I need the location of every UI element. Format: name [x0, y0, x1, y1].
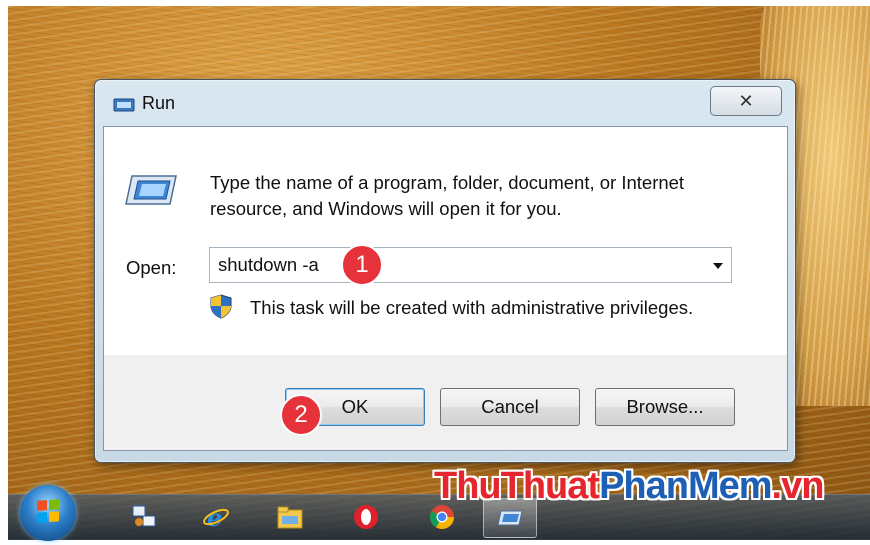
run-dialog: Run ✕ Type the name of a program, folder… — [94, 79, 796, 463]
run-program-icon — [125, 175, 177, 205]
window-title: Run — [142, 93, 176, 113]
taskbar-item-file-explorer[interactable] — [270, 500, 310, 534]
start-orb-icon — [37, 499, 59, 523]
svg-text:e: e — [207, 503, 222, 531]
watermark-part-1: ThuThuat — [434, 465, 600, 507]
watermark-part-2: PhanMem — [599, 465, 772, 507]
dialog-client-area: Type the name of a program, folder, docu… — [103, 126, 788, 451]
dialog-description: Type the name of a program, folder, docu… — [210, 172, 685, 219]
taskbar-item-opera[interactable] — [346, 500, 386, 534]
open-input[interactable] — [218, 254, 688, 276]
watermark-part-3: .vn — [771, 465, 825, 507]
step-marker-2: 2 — [280, 394, 322, 436]
admin-privileges-note: This task will be created with administr… — [250, 297, 694, 318]
opera-icon — [354, 505, 378, 529]
taskbar-item-network-app[interactable] — [124, 500, 164, 534]
file-explorer-icon — [277, 506, 303, 529]
browse-button[interactable]: Browse... — [595, 388, 735, 426]
run-icon — [497, 510, 523, 526]
start-button[interactable] — [20, 485, 76, 541]
network-app-icon — [132, 505, 156, 527]
step-marker-1: 1 — [341, 244, 383, 286]
taskbar-item-internet-explorer[interactable]: e — [196, 500, 236, 534]
cancel-button[interactable]: Cancel — [440, 388, 580, 426]
open-combobox[interactable] — [209, 247, 732, 283]
close-button[interactable]: ✕ — [710, 86, 782, 116]
watermark-logo: ThuThuatPhanMem.vn — [434, 465, 825, 508]
open-label: Open: — [126, 257, 177, 278]
chevron-down-icon[interactable] — [713, 263, 723, 269]
close-icon: ✕ — [738, 90, 754, 112]
internet-explorer-icon: e — [203, 503, 229, 531]
run-icon — [113, 98, 135, 112]
uac-shield-icon — [210, 294, 232, 319]
